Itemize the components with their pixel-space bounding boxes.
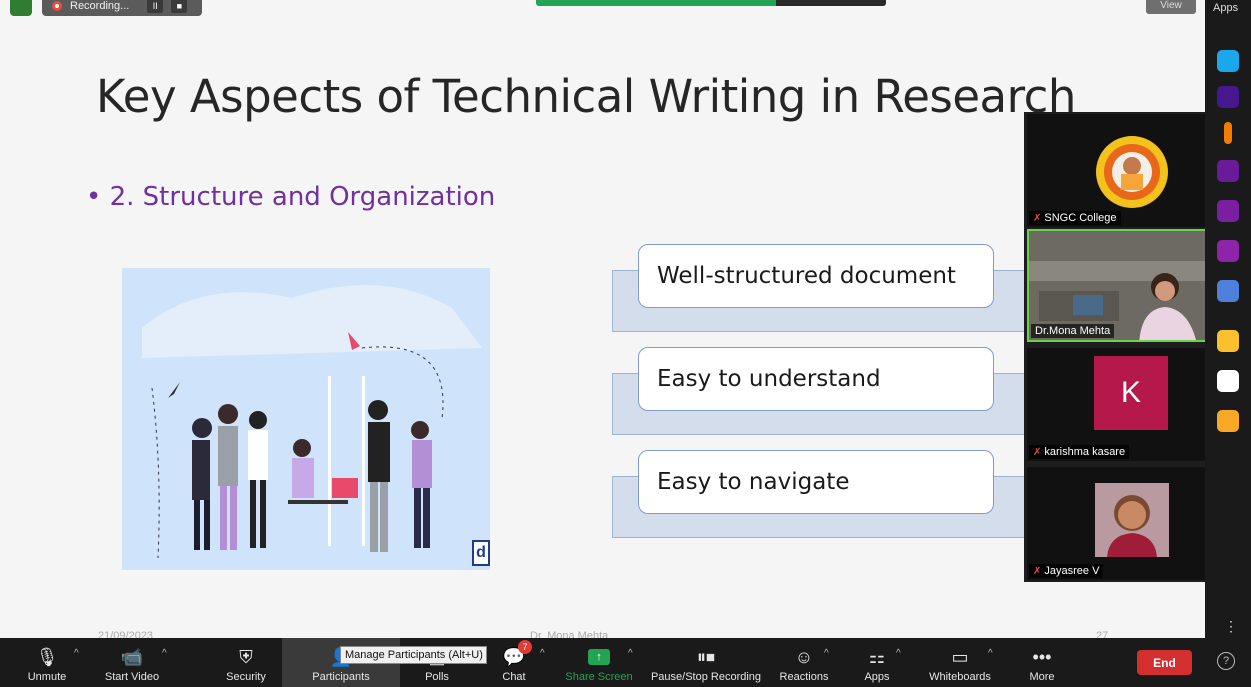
meeting-toolbar: 🎙Unmute ^ 📹Start Video ^ ⛨Security 👤Part… — [0, 638, 1251, 687]
apps-button[interactable]: ⚏ Apps — [860, 638, 894, 687]
share-screen-icon: ↑ — [588, 649, 610, 665]
share-options[interactable] — [776, 0, 886, 6]
slide-bullet: • 2. Structure and Organization — [86, 182, 496, 212]
list-item: Well-structured document — [638, 244, 994, 308]
app-icon[interactable] — [1217, 240, 1239, 262]
pause-stop-icon: ⏸⏹ — [697, 647, 715, 667]
participant-name-tag: Dr.Mona Mehta — [1031, 324, 1115, 338]
video-tile[interactable]: K ✗ karishma kasare — [1027, 348, 1205, 461]
record-dot-icon — [52, 1, 62, 11]
share-options-chevron-icon[interactable]: ^ — [628, 648, 633, 659]
reactions-label: Reactions — [779, 671, 829, 683]
audio-options-chevron-icon[interactable]: ^ — [74, 648, 79, 659]
shared-screen: Recording... II ■ View Key Aspects of Te… — [0, 0, 1205, 638]
security-button[interactable]: ⛨ Security — [218, 638, 274, 687]
shield-icon: ⛨ — [239, 647, 253, 667]
reactions-chevron-icon[interactable]: ^ — [824, 648, 829, 659]
reactions-icon: ☺ — [794, 647, 814, 667]
slide-footer-center: Dr. Mona Mehta — [530, 630, 609, 638]
whiteboards-chevron-icon[interactable]: ^ — [988, 648, 993, 659]
video-tile[interactable]: ✗ Jayasree V — [1027, 467, 1205, 580]
apps-toolbar-label: Apps — [864, 671, 890, 683]
illustration-graphic — [142, 285, 482, 559]
slide-page-number: 27 — [1096, 630, 1109, 638]
apps-icon: ⚏ — [868, 647, 886, 667]
app-icon[interactable] — [1217, 370, 1239, 392]
participants-tooltip: Manage Participants (Alt+U) — [340, 646, 487, 664]
whiteboards-label: Whiteboards — [929, 671, 991, 683]
apps-sidebar: Apps — [1205, 0, 1251, 638]
share-screen-label: Share Screen — [565, 671, 633, 683]
mic-muted-icon: ✗ — [1033, 565, 1042, 577]
participants-label: Participants — [312, 671, 370, 683]
list-item: Easy to understand — [638, 347, 994, 411]
more-button[interactable]: ••• More — [1026, 638, 1058, 687]
share-screen-button[interactable]: ↑ Share Screen — [565, 638, 633, 687]
chat-label: Chat — [502, 671, 526, 683]
stop-recording-button[interactable]: ■ — [171, 0, 188, 13]
unmute-label: Unmute — [27, 671, 67, 683]
mic-muted-icon: ✗ — [1033, 446, 1042, 458]
video-options-chevron-icon[interactable]: ^ — [162, 648, 167, 659]
start-video-label: Start Video — [104, 671, 160, 683]
screen-share-banner[interactable] — [536, 0, 886, 6]
security-shield-icon[interactable] — [10, 0, 32, 16]
slide-title: Key Aspects of Technical Writing in Rese… — [96, 70, 1076, 123]
video-off-icon: 📹 — [120, 647, 144, 667]
participant-name: Jayasree V — [1044, 565, 1100, 577]
participant-name-tag: ✗ SNGC College — [1029, 211, 1121, 225]
kahoot-icon[interactable] — [1217, 86, 1239, 108]
team-illustration — [122, 268, 490, 570]
participant-name: SNGC College — [1044, 212, 1117, 224]
video-tile[interactable]: ✗ SNGC College — [1027, 114, 1205, 227]
mic-muted-icon: ✗ — [1033, 212, 1042, 224]
video-tile-active-speaker[interactable]: Dr.Mona Mehta — [1027, 229, 1205, 342]
recording-indicator: Recording... II ■ — [42, 0, 202, 16]
pause-stop-recording-button[interactable]: ⏸⏹ Pause/Stop Recording — [650, 638, 762, 687]
chat-options-chevron-icon[interactable]: ^ — [540, 648, 545, 659]
more-dots-icon: ••• — [1032, 647, 1052, 667]
logo-icon: d — [472, 540, 490, 566]
help-icon[interactable]: ? — [1217, 652, 1235, 670]
list-item: Easy to navigate — [638, 450, 994, 514]
app-icon[interactable] — [1217, 160, 1239, 182]
app-icon[interactable] — [1217, 410, 1239, 432]
security-label: Security — [226, 671, 266, 683]
app-icon[interactable] — [1217, 50, 1239, 72]
mic-muted-icon: 🎙 — [35, 647, 59, 667]
whiteboard-icon: ▭ — [951, 647, 969, 667]
start-video-button[interactable]: 📹 Start Video — [100, 638, 164, 687]
more-options-icon[interactable]: ⋮ — [1224, 618, 1238, 635]
more-label: More — [1029, 671, 1055, 683]
slide-footer-date: 21/09/2023 — [98, 630, 154, 638]
app-icon[interactable] — [1224, 122, 1232, 144]
participant-name-tag: ✗ karishma kasare — [1029, 445, 1130, 459]
apps-label[interactable]: Apps — [1213, 2, 1238, 14]
unmute-button[interactable]: 🎙 Unmute — [22, 638, 72, 687]
reactions-button[interactable]: ☺ Reactions — [778, 638, 830, 687]
view-button[interactable]: View — [1146, 0, 1196, 14]
avatar: K — [1094, 356, 1168, 430]
chat-unread-badge: 7 — [518, 640, 532, 654]
app-icon[interactable] — [1217, 330, 1239, 352]
pause-stop-label: Pause/Stop Recording — [650, 671, 762, 683]
view-label: View — [1160, 0, 1182, 11]
participant-name-tag: ✗ Jayasree V — [1029, 564, 1104, 578]
polls-label: Polls — [425, 671, 449, 683]
end-meeting-button[interactable]: End — [1137, 650, 1192, 675]
participant-name: Dr.Mona Mehta — [1035, 325, 1111, 337]
whiteboards-button[interactable]: ▭ Whiteboards — [924, 638, 996, 687]
participant-name: karishma kasare — [1044, 446, 1126, 458]
app-icon[interactable] — [1217, 280, 1239, 302]
pause-recording-button[interactable]: II — [147, 0, 164, 13]
recording-label: Recording... — [70, 0, 130, 12]
app-icon[interactable] — [1217, 200, 1239, 222]
participant-gallery: ✗ SNGC College Dr.Mona Mehta K ✗ karishma … — [1024, 112, 1205, 582]
apps-chevron-icon[interactable]: ^ — [896, 648, 901, 659]
